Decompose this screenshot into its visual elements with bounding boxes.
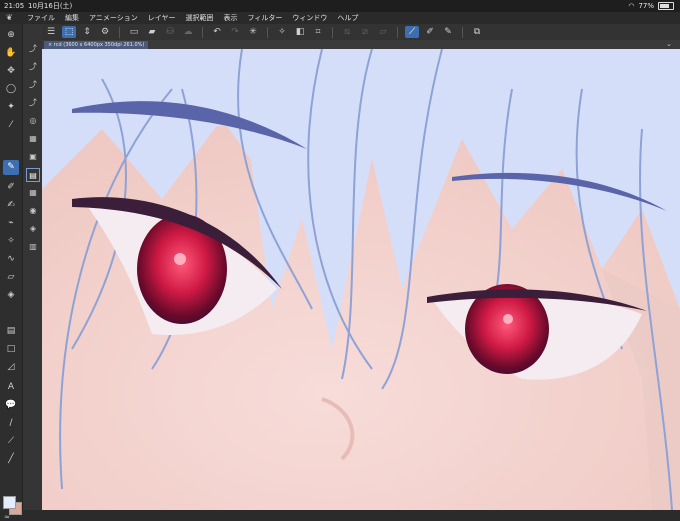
subtool-3-icon[interactable]: ⤴	[26, 78, 40, 92]
balloon-icon[interactable]: 💬	[3, 398, 19, 413]
divider	[267, 26, 268, 38]
divider	[462, 26, 463, 38]
menu-icon[interactable]: ☰	[44, 26, 58, 38]
pupil-right	[503, 314, 513, 324]
loading-icon[interactable]: ✳	[246, 26, 260, 38]
subtool-4-icon[interactable]: ⤴	[26, 96, 40, 110]
menu-help[interactable]: ヘルプ	[332, 12, 363, 24]
magic-wand-icon[interactable]: ✦	[3, 100, 19, 115]
move-icon[interactable]: ✥	[3, 64, 19, 79]
wifi-icon: ◠	[628, 2, 635, 10]
command-bar: ☰ ⬚ ⇕ ⚙ ▭ ▰ ⛁ ☁ ↶ ↷ ✳ ✧ ◧ ⌗ ⧅ ⧄ ▱ ⟋ ✐ ✎ …	[42, 24, 680, 40]
deselect-icon[interactable]: ⧅	[340, 26, 354, 38]
text-icon[interactable]: A	[3, 380, 19, 395]
menu-animation[interactable]: アニメーション	[84, 12, 143, 24]
menu-layer[interactable]: レイヤー	[143, 12, 181, 24]
document-title: rcd (3600 x 6400px 350dpi 261.0%)	[53, 42, 145, 48]
divider	[119, 26, 120, 38]
pupil-left	[174, 253, 186, 265]
updown-icon[interactable]: ⇕	[80, 26, 94, 38]
divider	[397, 26, 398, 38]
subtool-11-icon[interactable]: ◈	[26, 222, 40, 236]
color-swatches[interactable]: ≈	[2, 494, 22, 521]
subtool-12-icon[interactable]: ▥	[26, 240, 40, 254]
correct-line-icon[interactable]: ⟋	[3, 434, 19, 449]
battery-icon	[658, 2, 674, 10]
subtool-1-icon[interactable]: ⤴	[26, 42, 40, 56]
zoom-icon[interactable]: ⊕	[3, 28, 19, 43]
divider	[332, 26, 333, 38]
snap-icon[interactable]: ⟋	[405, 26, 419, 38]
pencil-icon[interactable]: ✐	[3, 180, 19, 195]
brush-icon[interactable]: ✍	[3, 198, 19, 213]
menu-window[interactable]: ウィンドウ	[287, 12, 332, 24]
drawing-canvas[interactable]	[42, 49, 680, 510]
eyedropper-icon[interactable]: ⁄	[3, 118, 19, 133]
menu-filter[interactable]: フィルター	[243, 12, 288, 24]
ruler-icon[interactable]: ▱	[376, 26, 390, 38]
fill-bucket-icon[interactable]: ◈	[3, 288, 19, 303]
chevron-down-icon[interactable]: ⌄	[666, 40, 672, 49]
transform-icon[interactable]: ✧	[275, 26, 289, 38]
tool-palette: ⊕ ✋ ✥ ◯ ✦ ⁄ ✎ ✐ ✍ ⌁ ✧ ∿ ▱ ◈ ▤ □ ◿ A 💬 ∕ …	[0, 24, 23, 521]
subtool-8-icon[interactable]: ▤	[26, 168, 40, 182]
invert-icon[interactable]: ⧄	[358, 26, 372, 38]
status-date: 10月16日(土)	[28, 2, 73, 10]
subtool-7-icon[interactable]: ▣	[26, 150, 40, 164]
transparent-color-icon[interactable]: ≈	[4, 514, 20, 521]
settings-icon[interactable]: ⚙	[98, 26, 112, 38]
eraser-icon[interactable]: ▱	[3, 270, 19, 285]
open-icon[interactable]: ▰	[145, 26, 159, 38]
document-tab[interactable]: × rcd (3600 x 6400px 350dpi 261.0%)	[44, 41, 149, 49]
sub-tool-palette: ⤴ ⤴ ⤴ ⤴ ◎ ▦ ▣ ▤ ▦ ◉ ◈ ▥	[23, 24, 42, 510]
lasso-icon[interactable]: ◯	[3, 82, 19, 97]
save-icon[interactable]: ⛁	[163, 26, 177, 38]
hand-icon[interactable]: ✋	[3, 46, 19, 61]
menu-bar: ❦ ファイル 編集 アニメーション レイヤー 選択範囲 表示 フィルター ウィン…	[0, 12, 680, 24]
foreground-color-swatch[interactable]	[3, 496, 16, 509]
blend-icon[interactable]: ∿	[3, 252, 19, 267]
pen-tool-icon[interactable]: ✎	[3, 160, 19, 175]
layer-copy-icon[interactable]: ⧉	[470, 26, 484, 38]
status-time: 21:05	[4, 2, 25, 10]
line-tool-icon[interactable]: ╱	[3, 452, 19, 467]
fill-icon[interactable]: ◧	[293, 26, 307, 38]
menu-edit[interactable]: 編集	[60, 12, 84, 24]
gradient-icon[interactable]: ▤	[3, 324, 19, 339]
battery-percent: 77%	[638, 2, 654, 10]
status-right: ◠ 77%	[628, 0, 674, 12]
selection-tool-icon[interactable]: ⬚	[62, 26, 76, 38]
pen-settings-icon[interactable]: ✐	[423, 26, 437, 38]
ios-status-bar: 21:05 10月16日(土) ◠ 77%	[0, 0, 680, 12]
menu-view[interactable]: 表示	[219, 12, 243, 24]
redo-icon[interactable]: ↷	[228, 26, 242, 38]
airbrush-icon[interactable]: ⌁	[3, 216, 19, 231]
app-logo-icon[interactable]: ❦	[6, 13, 16, 23]
subtool-10-icon[interactable]: ◉	[26, 204, 40, 218]
decoration-icon[interactable]: ✧	[3, 234, 19, 249]
undo-icon[interactable]: ↶	[210, 26, 224, 38]
menu-selection[interactable]: 選択範囲	[181, 12, 219, 24]
ruler-pen-icon[interactable]: ∕	[3, 416, 19, 431]
rectangle-icon[interactable]: □	[3, 342, 19, 357]
subtool-9-icon[interactable]: ▦	[26, 186, 40, 200]
subtool-2-icon[interactable]: ⤴	[26, 60, 40, 74]
menu-file[interactable]: ファイル	[22, 12, 60, 24]
document-tab-bar: × rcd (3600 x 6400px 350dpi 261.0%) ⌄	[42, 40, 680, 49]
frame-icon[interactable]: ◿	[3, 360, 19, 375]
subtool-5-icon[interactable]: ◎	[26, 114, 40, 128]
subtool-6-icon[interactable]: ▦	[26, 132, 40, 146]
new-file-icon[interactable]: ▭	[127, 26, 141, 38]
artwork	[42, 49, 680, 510]
cloud-icon[interactable]: ☁	[181, 26, 195, 38]
edit-icon[interactable]: ✎	[441, 26, 455, 38]
crop-icon[interactable]: ⌗	[311, 26, 325, 38]
divider	[202, 26, 203, 38]
